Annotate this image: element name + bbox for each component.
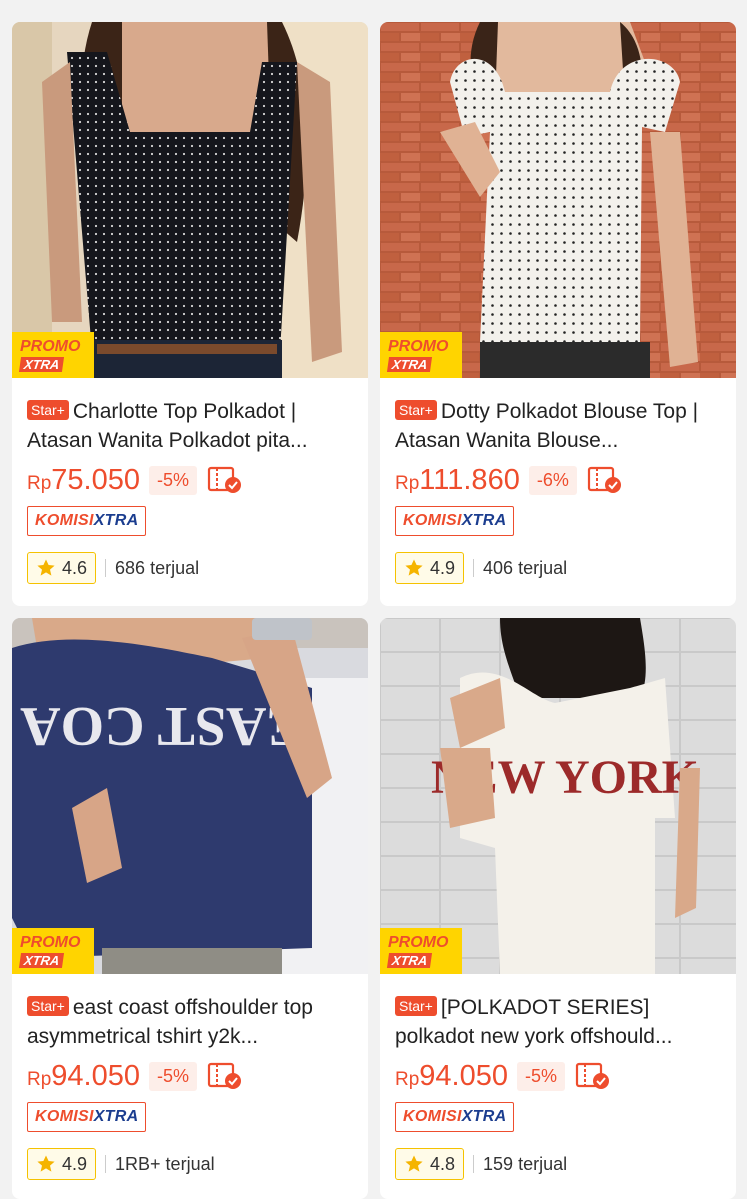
product-image[interactable]: PROMO XTRA bbox=[380, 22, 736, 378]
komisi-xtra-label: KOMISI XTRA bbox=[27, 506, 147, 536]
price: Rp94.050 bbox=[395, 1060, 508, 1093]
price-amount: 111.860 bbox=[419, 463, 520, 496]
sold-count: 159 terjual bbox=[483, 1153, 568, 1174]
promo-xtra-badge: PROMO XTRA bbox=[380, 928, 462, 974]
product-image[interactable]: PROMO XTRA bbox=[12, 22, 368, 378]
discount-badge: -6% bbox=[528, 465, 577, 495]
xtra-label: XTRA bbox=[386, 356, 433, 372]
discount-badge: -5% bbox=[517, 1061, 566, 1091]
divider bbox=[473, 1155, 475, 1173]
rating-row: 4.6 686 terjual bbox=[27, 552, 199, 584]
currency: Rp bbox=[27, 1068, 52, 1090]
star-icon bbox=[405, 559, 423, 576]
komisi-xtra-label: KOMISI XTRA bbox=[395, 506, 515, 536]
navy-offshoulder-tshirt-photo: EAST COA bbox=[12, 618, 368, 974]
currency: Rp bbox=[395, 1068, 420, 1090]
product-card[interactable]: PROMO XTRA Star+ Dotty Polkadot Blouse To… bbox=[380, 22, 736, 606]
price-amount: 94.050 bbox=[51, 1059, 140, 1092]
product-title-text: Charlotte Top Polkadot | Atasan Wanita P… bbox=[27, 400, 308, 452]
black-polkadot-top-photo bbox=[12, 22, 368, 378]
rating-badge: 4.6 bbox=[27, 552, 97, 584]
white-new-york-tshirt-photo: NEW YORK bbox=[380, 618, 736, 974]
rating-value: 4.9 bbox=[62, 1153, 88, 1174]
price-amount: 75.050 bbox=[51, 463, 140, 496]
promo-label: PROMO bbox=[20, 933, 81, 951]
discount-badge: -5% bbox=[149, 1061, 198, 1091]
star-plus-badge: Star+ bbox=[27, 400, 69, 420]
product-card[interactable]: NEW YORK PROMO XTRA Star+ [POLKADOT SERIE… bbox=[380, 618, 736, 1199]
xtra-label: XTRA bbox=[386, 952, 433, 968]
product-title[interactable]: Star+ east coast offshoulder top asymmetr… bbox=[27, 993, 359, 1051]
voucher-check-icon bbox=[207, 466, 242, 493]
promo-label: PROMO bbox=[388, 337, 449, 355]
rating-value: 4.9 bbox=[430, 557, 456, 578]
star-plus-badge: Star+ bbox=[27, 996, 69, 1016]
komisi-xtra-label: KOMISI XTRA bbox=[27, 1102, 147, 1132]
currency: Rp bbox=[27, 472, 52, 494]
divider bbox=[105, 1155, 107, 1173]
divider bbox=[473, 559, 475, 577]
voucher-check-icon bbox=[575, 1062, 610, 1089]
svg-text:EAST COA: EAST COA bbox=[20, 695, 304, 757]
rating-badge: 4.9 bbox=[27, 1148, 97, 1180]
komisi-xtra-text: XTRA bbox=[461, 512, 507, 529]
komisi-xtra-text: XTRA bbox=[461, 1108, 507, 1125]
price: Rp94.050 bbox=[27, 1060, 140, 1093]
rating-badge: 4.9 bbox=[395, 552, 465, 584]
komisi-text: KOMISI bbox=[35, 1108, 94, 1125]
komisi-xtra-text: XTRA bbox=[93, 512, 139, 529]
komisi-text: KOMISI bbox=[35, 512, 94, 529]
price-row: Rp94.050 -5% bbox=[27, 1058, 243, 1094]
star-icon bbox=[405, 1155, 423, 1172]
sold-count: 406 terjual bbox=[483, 557, 568, 578]
komisi-xtra-label: KOMISI XTRA bbox=[395, 1102, 515, 1132]
product-card[interactable]: EAST COA PROMO XTRA Star+ east coast offs… bbox=[12, 618, 368, 1199]
product-title-text: east coast offshoulder top asymmetrical … bbox=[27, 996, 313, 1048]
price: Rp111.860 bbox=[395, 464, 520, 497]
komisi-xtra-text: XTRA bbox=[93, 1108, 139, 1125]
product-title[interactable]: Star+ Dotty Polkadot Blouse Top | Atasan … bbox=[395, 397, 727, 455]
komisi-text: KOMISI bbox=[403, 512, 462, 529]
xtra-label: XTRA bbox=[18, 952, 65, 968]
rating-value: 4.6 bbox=[62, 557, 88, 578]
product-image[interactable]: EAST COA PROMO XTRA bbox=[12, 618, 368, 974]
rating-row: 4.9 406 terjual bbox=[395, 552, 567, 584]
price-row: Rp111.860 -6% bbox=[395, 462, 623, 498]
sold-count: 686 terjual bbox=[115, 557, 200, 578]
rating-value: 4.8 bbox=[430, 1153, 456, 1174]
divider bbox=[105, 559, 107, 577]
rating-badge: 4.8 bbox=[395, 1148, 465, 1180]
price: Rp75.050 bbox=[27, 464, 140, 497]
komisi-text: KOMISI bbox=[403, 1108, 462, 1125]
promo-xtra-badge: PROMO XTRA bbox=[12, 928, 94, 974]
rating-row: 4.8 159 terjual bbox=[395, 1148, 567, 1180]
price-row: Rp94.050 -5% bbox=[395, 1058, 611, 1094]
price-amount: 94.050 bbox=[419, 1059, 508, 1092]
white-polkadot-blouse-photo bbox=[380, 22, 736, 378]
sold-count: 1RB+ terjual bbox=[115, 1153, 215, 1174]
promo-label: PROMO bbox=[388, 933, 449, 951]
star-plus-badge: Star+ bbox=[395, 400, 437, 420]
product-title[interactable]: Star+ [POLKADOT SERIES] polkadot new york… bbox=[395, 993, 727, 1051]
rating-row: 4.9 1RB+ terjual bbox=[27, 1148, 215, 1180]
price-row: Rp75.050 -5% bbox=[27, 462, 243, 498]
product-image[interactable]: NEW YORK PROMO XTRA bbox=[380, 618, 736, 974]
product-title[interactable]: Star+ Charlotte Top Polkadot | Atasan Wan… bbox=[27, 397, 359, 455]
promo-xtra-badge: PROMO XTRA bbox=[380, 332, 462, 378]
xtra-label: XTRA bbox=[18, 356, 65, 372]
product-card[interactable]: PROMO XTRA Star+ Charlotte Top Polkadot |… bbox=[12, 22, 368, 606]
star-icon bbox=[37, 1155, 55, 1172]
voucher-check-icon bbox=[207, 1062, 242, 1089]
star-plus-badge: Star+ bbox=[395, 996, 437, 1016]
voucher-check-icon bbox=[587, 466, 621, 493]
promo-xtra-badge: PROMO XTRA bbox=[12, 332, 94, 378]
promo-label: PROMO bbox=[20, 337, 81, 355]
star-icon bbox=[37, 559, 55, 576]
discount-badge: -5% bbox=[149, 465, 198, 495]
product-grid: PROMO XTRA Star+ Charlotte Top Polkadot |… bbox=[0, 0, 747, 1199]
product-title-text: Dotty Polkadot Blouse Top | Atasan Wanit… bbox=[395, 400, 699, 452]
currency: Rp bbox=[395, 472, 420, 494]
